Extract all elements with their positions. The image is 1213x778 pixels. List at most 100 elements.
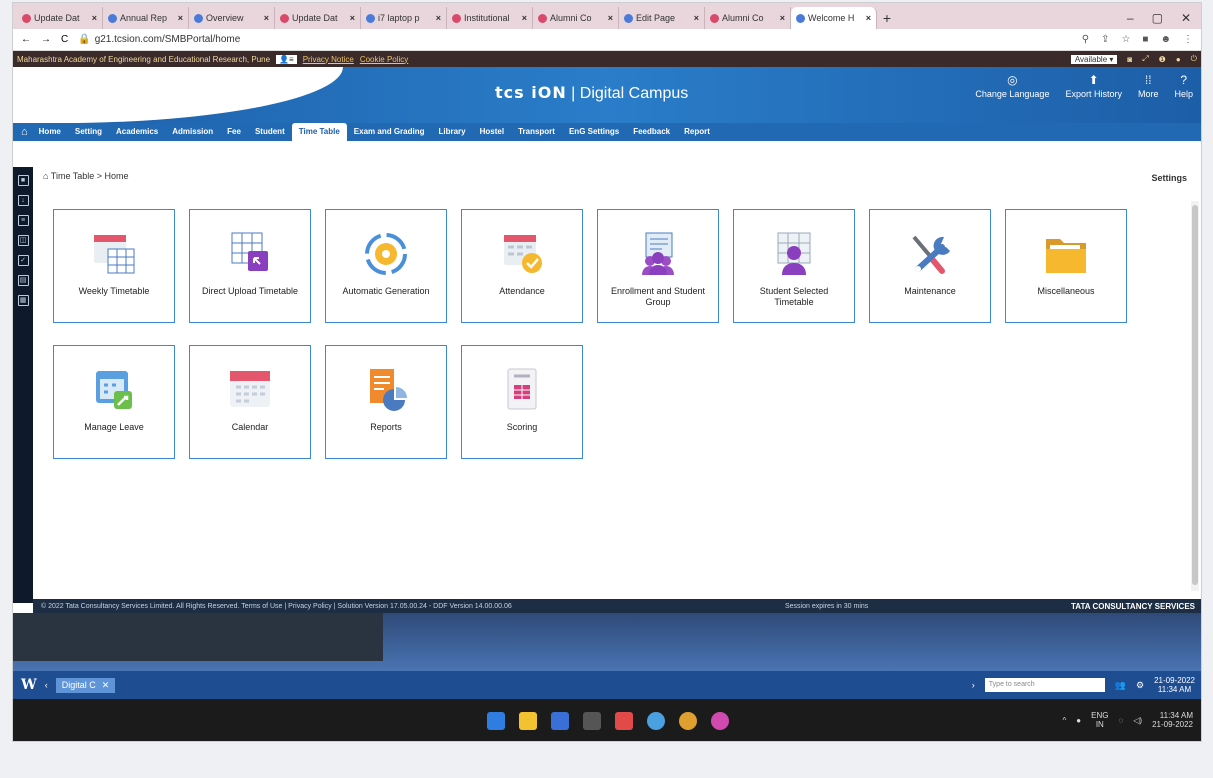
close-icon[interactable]: × [92,13,97,23]
network-icon[interactable]: ● [1076,716,1081,725]
close-window-icon[interactable]: ✕ [1181,7,1191,29]
tile-attendance[interactable]: Attendance [461,209,583,323]
profile-icon[interactable]: ☻ [1160,34,1171,45]
tile-reports[interactable]: Reports [325,345,447,459]
nav-item-exam[interactable]: Exam and Grading [347,123,432,141]
privacy-link[interactable]: Privacy Notice [303,55,354,64]
nav-item-feedback[interactable]: Feedback [626,123,677,141]
minimize-icon[interactable]: – [1127,7,1134,29]
toolbar-icon[interactable]: ◫ [17,235,29,246]
chrome-icon[interactable] [679,712,697,730]
app-icon[interactable] [583,712,601,730]
cookie-link[interactable]: Cookie Policy [360,55,408,64]
tile-automatic-generation[interactable]: Automatic Generation [325,209,447,323]
nav-item-eng-settings[interactable]: EnG Settings [562,123,626,141]
toolbar-icon[interactable]: ▤ [17,275,29,286]
app-icon[interactable] [615,712,633,730]
toolbar-icon[interactable]: ✓ [17,255,29,266]
chevron-up-icon[interactable]: ^ [1063,716,1067,725]
nav-item-academics[interactable]: Academics [109,123,165,141]
close-icon[interactable]: × [866,13,871,23]
toolbar-icon[interactable]: ≡ [17,215,29,226]
close-icon[interactable]: × [522,13,527,23]
tile-student-selected-timetable[interactable]: Student Selected Timetable [733,209,855,323]
close-icon[interactable]: × [694,13,699,23]
tile-miscellaneous[interactable]: Miscellaneous [1005,209,1127,323]
camera-icon[interactable]: ◙ [1127,55,1132,64]
toolbar-icon[interactable]: ▦ [17,295,29,306]
nav-item-fee[interactable]: Fee [220,123,248,141]
nav-item-library[interactable]: Library [431,123,472,141]
w-logo-icon[interactable]: W [21,677,37,693]
close-icon[interactable]: × [436,13,441,23]
nav-item-admission[interactable]: Admission [165,123,220,141]
browser-tab-active[interactable]: Welcome H × [791,7,877,29]
language-indicator[interactable]: ENG IN [1091,711,1108,729]
browser-tab[interactable]: Institutional × [447,7,533,29]
close-icon[interactable]: × [264,13,269,23]
help-button[interactable]: ? Help [1174,73,1193,99]
file-explorer-icon[interactable] [519,712,537,730]
nav-item-time-table[interactable]: Time Table [291,123,347,141]
change-language-button[interactable]: ◎ Change Language [975,73,1049,99]
app-icon[interactable] [551,712,569,730]
nav-item-home[interactable]: Home [32,123,68,141]
chrome-icon[interactable] [647,712,665,730]
chrome-icon[interactable] [711,712,729,730]
expand-icon[interactable]: ⤢ [1142,54,1148,64]
tile-enrollment-student-group[interactable]: Enrollment and Student Group [597,209,719,323]
browser-tab[interactable]: Edit Page × [619,7,705,29]
breadcrumb[interactable]: ⌂ Time Table > Home [43,171,129,181]
scroll-thumb[interactable] [1192,205,1198,585]
share-icon[interactable]: ⇪ [1101,34,1109,45]
star-icon[interactable]: ☆ [1121,34,1130,45]
status-select[interactable]: Available ▾ [1070,54,1118,64]
home-icon[interactable]: ⌂ [17,126,32,138]
chevron-left-icon[interactable]: ‹ [45,680,48,690]
browser-tab[interactable]: Alumni Co × [533,7,619,29]
reload-icon[interactable]: C [61,34,68,45]
back-icon[interactable]: ← [21,34,31,45]
close-icon[interactable]: ✕ [102,680,110,691]
nav-item-transport[interactable]: Transport [511,123,562,141]
sidebar-icon[interactable]: ■ [1142,34,1148,45]
browser-tab[interactable]: i7 laptop p × [361,7,447,29]
notification-icon[interactable]: ● [1176,55,1181,64]
taskbar-search[interactable]: Type to search [984,678,1105,692]
wifi-icon[interactable]: ◌ [1118,716,1123,725]
forward-icon[interactable]: → [41,34,51,45]
new-tab-button[interactable]: + [877,7,897,29]
tile-weekly-timetable[interactable]: Weekly Timetable [53,209,175,323]
nav-item-student[interactable]: Student [248,123,292,141]
nav-item-setting[interactable]: Setting [68,123,109,141]
people-icon[interactable]: 👥 [1115,680,1126,691]
nav-item-report[interactable]: Report [677,123,717,141]
more-button[interactable]: ⁞⁞ More [1138,73,1159,99]
tile-maintenance[interactable]: Maintenance [869,209,991,323]
nav-item-hostel[interactable]: Hostel [473,123,511,141]
settings-link[interactable]: Settings [1151,173,1187,183]
close-icon[interactable]: × [350,13,355,23]
tile-scoring[interactable]: Scoring [461,345,583,459]
browser-tab[interactable]: Annual Rep × [103,7,189,29]
browser-tab[interactable]: Overview × [189,7,275,29]
browser-tab[interactable]: Update Dat × [275,7,361,29]
export-history-button[interactable]: ⬆ Export History [1065,73,1122,99]
restore-icon[interactable]: ▢ [1152,7,1163,29]
chevron-right-icon[interactable]: › [972,680,975,690]
settings-icon[interactable]: ⚙ [1136,680,1144,691]
close-icon[interactable]: × [608,13,613,23]
toolbar-icon[interactable]: ■ [17,175,29,186]
user-card-icon[interactable]: 👤≡ [276,54,297,64]
browser-tab[interactable]: Update Dat × [17,7,103,29]
info-icon[interactable]: ❶ [1159,55,1166,64]
scrollbar[interactable] [1191,201,1199,591]
tile-direct-upload-timetable[interactable]: Direct Upload Timetable [189,209,311,323]
location-icon[interactable]: ⚲ [1082,34,1089,45]
taskbar-window[interactable]: Digital C ✕ [55,677,116,693]
toolbar-icon[interactable]: ↓ [17,195,29,206]
tile-calendar[interactable]: Calendar [189,345,311,459]
close-icon[interactable]: × [178,13,183,23]
start-icon[interactable] [487,712,505,730]
url-field[interactable]: 🔒 g21.tcsion.com/SMBPortal/home [78,34,240,45]
